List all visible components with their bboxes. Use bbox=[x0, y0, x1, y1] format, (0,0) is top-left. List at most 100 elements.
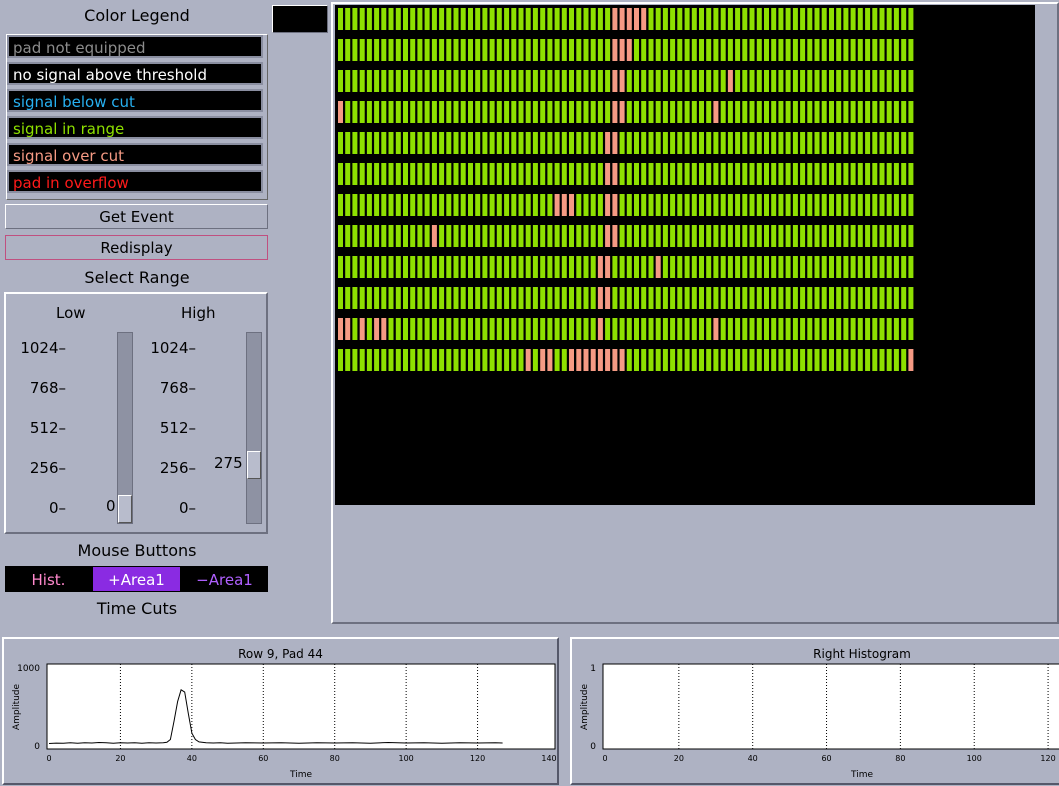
pad-cell[interactable] bbox=[641, 8, 647, 30]
pad-cell[interactable] bbox=[821, 163, 827, 185]
pad-cell[interactable] bbox=[677, 101, 683, 123]
pad-cell[interactable] bbox=[764, 132, 769, 154]
pad-cell[interactable] bbox=[561, 349, 567, 371]
pad-cell[interactable] bbox=[583, 287, 589, 309]
pad-cell[interactable] bbox=[857, 194, 863, 216]
redisplay-button[interactable]: Redisplay bbox=[5, 235, 268, 260]
pad-cell[interactable] bbox=[504, 349, 510, 371]
pad-cell[interactable] bbox=[850, 39, 856, 61]
pad-cell[interactable] bbox=[836, 8, 842, 30]
pad-cell[interactable] bbox=[446, 132, 452, 154]
pad-cell[interactable] bbox=[381, 256, 387, 278]
pad-cell[interactable] bbox=[756, 39, 762, 61]
pad-cell[interactable] bbox=[366, 8, 372, 30]
pad-cell[interactable] bbox=[727, 132, 733, 154]
pad-cell[interactable] bbox=[778, 132, 784, 154]
pad-cell[interactable] bbox=[684, 8, 690, 30]
pad-cell[interactable] bbox=[525, 163, 531, 185]
pad-cell[interactable] bbox=[475, 70, 481, 92]
pad-cell[interactable] bbox=[872, 287, 878, 309]
pad-cell[interactable] bbox=[569, 318, 574, 340]
pad-cell[interactable] bbox=[612, 225, 618, 247]
pad-cell[interactable] bbox=[511, 287, 517, 309]
pad-cell[interactable] bbox=[706, 256, 712, 278]
pad-cell[interactable] bbox=[352, 163, 358, 185]
pad-cell[interactable] bbox=[626, 225, 632, 247]
pad-cell[interactable] bbox=[403, 225, 408, 247]
pad-cell[interactable] bbox=[764, 8, 769, 30]
pad-cell[interactable] bbox=[850, 132, 856, 154]
pad-cell[interactable] bbox=[345, 194, 351, 216]
pad-cell[interactable] bbox=[655, 225, 661, 247]
pad-cell[interactable] bbox=[561, 132, 567, 154]
pad-cell[interactable] bbox=[417, 318, 423, 340]
pad-cell[interactable] bbox=[821, 194, 827, 216]
pad-cell[interactable] bbox=[338, 349, 343, 371]
pad-cell[interactable] bbox=[489, 70, 495, 92]
pad-cell[interactable] bbox=[439, 225, 445, 247]
pad-cell[interactable] bbox=[908, 349, 914, 371]
pad-cell[interactable] bbox=[742, 101, 748, 123]
pad-cell[interactable] bbox=[879, 39, 885, 61]
pad-cell[interactable] bbox=[764, 194, 769, 216]
pad-cell[interactable] bbox=[727, 194, 733, 216]
pad-cell[interactable] bbox=[749, 163, 755, 185]
pad-cell[interactable] bbox=[742, 349, 748, 371]
pad-cell[interactable] bbox=[496, 194, 502, 216]
pad-cell[interactable] bbox=[886, 349, 892, 371]
pad-cell[interactable] bbox=[576, 256, 582, 278]
pad-display[interactable] bbox=[335, 5, 1035, 505]
pad-cell[interactable] bbox=[792, 163, 798, 185]
pad-cell[interactable] bbox=[626, 101, 632, 123]
pad-cell[interactable] bbox=[554, 287, 560, 309]
pad-cell[interactable] bbox=[388, 225, 394, 247]
pad-cell[interactable] bbox=[706, 318, 712, 340]
pad-cell[interactable] bbox=[366, 39, 372, 61]
pad-cell[interactable] bbox=[648, 287, 654, 309]
pad-cell[interactable] bbox=[338, 132, 343, 154]
pad-cell[interactable] bbox=[662, 70, 668, 92]
pad-cell[interactable] bbox=[908, 8, 914, 30]
pad-cell[interactable] bbox=[843, 163, 849, 185]
pad-cell[interactable] bbox=[489, 194, 495, 216]
pad-cell[interactable] bbox=[410, 163, 416, 185]
pad-cell[interactable] bbox=[771, 194, 777, 216]
pad-cell[interactable] bbox=[684, 132, 690, 154]
pad-cell[interactable] bbox=[352, 318, 358, 340]
pad-cell[interactable] bbox=[662, 101, 668, 123]
pad-cell[interactable] bbox=[569, 8, 574, 30]
pad-cell[interactable] bbox=[713, 349, 719, 371]
pad-cell[interactable] bbox=[446, 194, 452, 216]
pad-cell[interactable] bbox=[504, 132, 510, 154]
pad-cell[interactable] bbox=[518, 349, 524, 371]
pad-cell[interactable] bbox=[857, 70, 863, 92]
pad-cell[interactable] bbox=[713, 194, 719, 216]
pad-cell[interactable] bbox=[496, 256, 502, 278]
pad-cell[interactable] bbox=[648, 349, 654, 371]
pad-cell[interactable] bbox=[489, 39, 495, 61]
pad-cell[interactable] bbox=[619, 287, 625, 309]
pad-cell[interactable] bbox=[800, 70, 806, 92]
pad-cell[interactable] bbox=[590, 194, 596, 216]
pad-cell[interactable] bbox=[417, 8, 423, 30]
pad-cell[interactable] bbox=[756, 132, 762, 154]
pad-cell[interactable] bbox=[713, 101, 719, 123]
pad-cell[interactable] bbox=[388, 318, 394, 340]
pad-cell[interactable] bbox=[749, 349, 755, 371]
pad-cell[interactable] bbox=[366, 225, 372, 247]
pad-cell[interactable] bbox=[547, 70, 553, 92]
pad-cell[interactable] bbox=[641, 39, 647, 61]
pad-cell[interactable] bbox=[569, 349, 574, 371]
pad-cell[interactable] bbox=[634, 318, 639, 340]
pad-cell[interactable] bbox=[597, 70, 603, 92]
pad-cell[interactable] bbox=[439, 70, 445, 92]
pad-cell[interactable] bbox=[800, 225, 806, 247]
pad-cell[interactable] bbox=[836, 132, 842, 154]
pad-cell[interactable] bbox=[576, 70, 582, 92]
pad-cell[interactable] bbox=[829, 349, 834, 371]
pad-cell[interactable] bbox=[843, 194, 849, 216]
pad-cell[interactable] bbox=[597, 8, 603, 30]
pad-cell[interactable] bbox=[735, 194, 741, 216]
pad-cell[interactable] bbox=[814, 225, 820, 247]
pad-cell[interactable] bbox=[893, 349, 899, 371]
